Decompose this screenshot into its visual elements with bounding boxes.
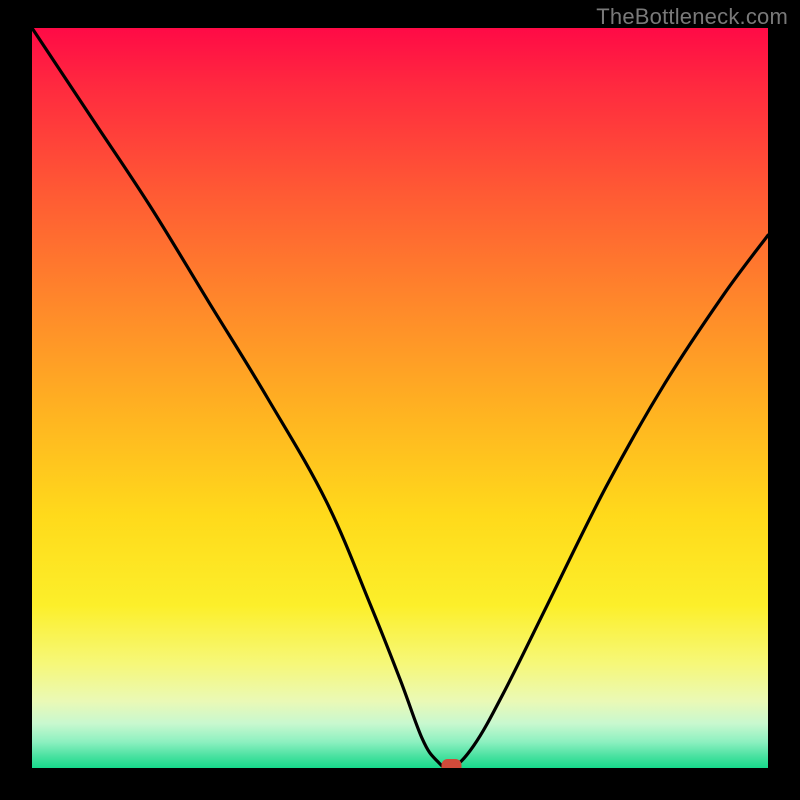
minimum-marker — [442, 759, 462, 768]
bottleneck-curve — [32, 28, 768, 768]
chart-frame: TheBottleneck.com — [0, 0, 800, 800]
watermark-label: TheBottleneck.com — [596, 4, 788, 30]
plot-area — [32, 28, 768, 768]
bottleneck-curve-svg — [32, 28, 768, 768]
